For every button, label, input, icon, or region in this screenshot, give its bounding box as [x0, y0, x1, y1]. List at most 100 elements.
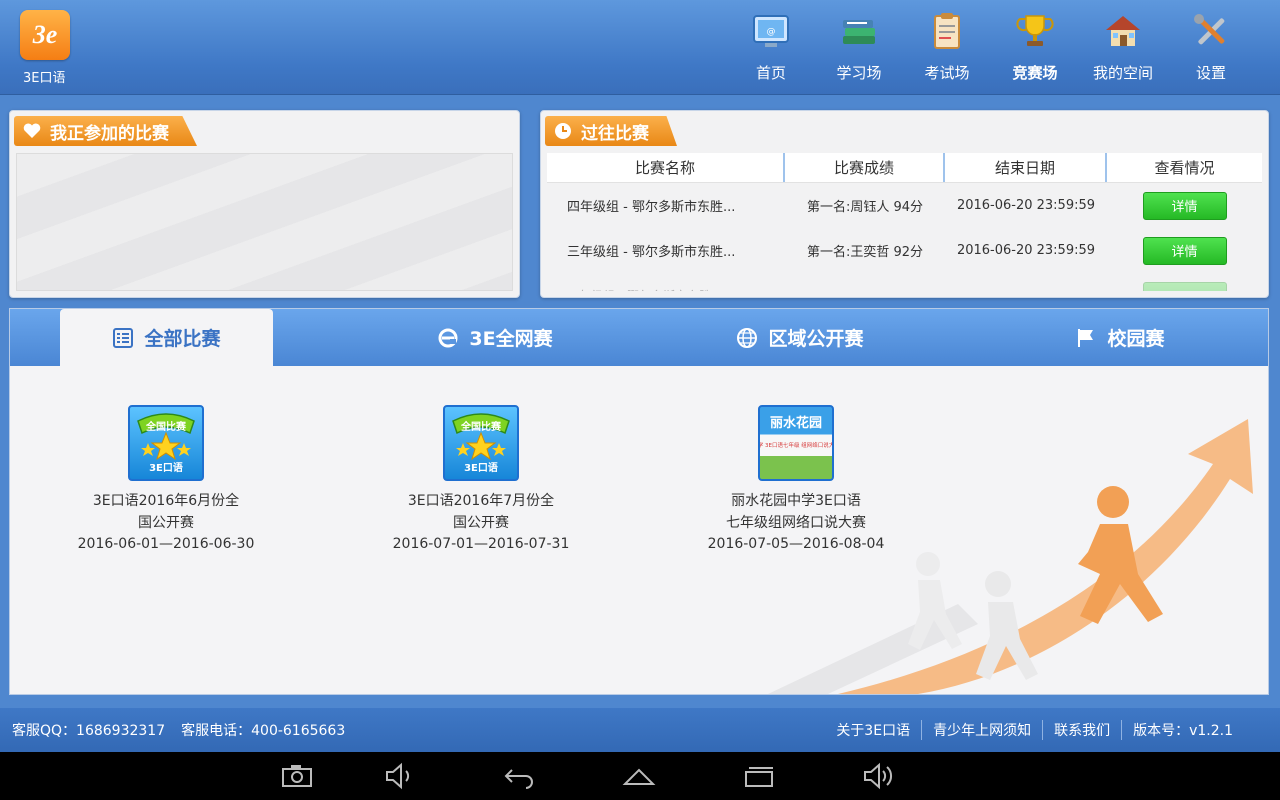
about-link[interactable]: 关于3E口语 [825, 720, 921, 740]
nav-label: 竞赛场 [1012, 64, 1058, 82]
tab-3e-network[interactable]: 3E全网赛 [380, 309, 610, 366]
tab-label: 区域公开赛 [768, 328, 864, 350]
competition-title-line1: 丽水花园中学3E口语 [731, 493, 861, 509]
clipboard-icon [934, 13, 960, 49]
heart-icon [23, 123, 41, 138]
main-nav: @ 首页 学习场 考试场 竞赛场 我的空间 设置 [727, 0, 1255, 95]
col-header-view: 查看情况 [1154, 159, 1215, 177]
competition-title-line2: 七年级组网络口说大赛 [726, 514, 866, 531]
nav-label: 设置 [1195, 64, 1226, 82]
tab-label: 校园赛 [1107, 328, 1165, 350]
table-row: 四年级组 - 鄂尔多斯市东胜... 第一名:周钰人 94分 2016-06-20… [547, 183, 1262, 228]
system-nav-bar [0, 752, 1280, 800]
competition-card[interactable]: 丽水花园 中学 3E口语七年级 组网络口说大赛 丽水花园中学3E口语 七年级组网… [686, 405, 906, 556]
monitor-icon: @ [753, 15, 789, 47]
details-button[interactable]: 详情 [1142, 191, 1227, 220]
clock-icon [555, 123, 571, 139]
competition-dates: 2016-06-01—2016-06-30 [77, 536, 255, 552]
col-header-name: 比赛名称 [547, 153, 785, 182]
joined-panel-header: 我正参加的比赛 [14, 116, 197, 146]
service-phone: 客服电话：400-6165663 [181, 723, 346, 739]
camera-icon[interactable] [280, 762, 314, 790]
end-date-cell: 2016-06-20 23:59:59 [956, 243, 1096, 258]
competition-tabs: 全部比赛 3E全网赛 区域公开赛 校园赛 [10, 309, 1268, 366]
trophy-icon [1016, 15, 1054, 46]
ie-icon [438, 328, 458, 347]
competition-title-line1: 3E口语2016年7月份全 [407, 493, 555, 509]
globe-icon [737, 327, 758, 348]
volume-down-icon[interactable] [383, 762, 417, 790]
nav-exam[interactable]: 考试场 [903, 0, 991, 95]
score-cell: 第一名:王奕哲 92分 [806, 245, 924, 260]
house-icon [1106, 16, 1140, 46]
joined-empty-area [16, 153, 513, 291]
competition-thumbnail[interactable]: 全国比赛 3E口语 [443, 405, 519, 481]
competition-thumbnail[interactable]: 全国比赛 3E口语 [128, 405, 204, 481]
back-icon[interactable] [502, 762, 536, 790]
contact-link[interactable]: 联系我们 [1042, 720, 1121, 740]
competition-title-line1: 3E口语2016年6月份全 [92, 493, 240, 509]
books-icon [843, 20, 875, 44]
competitions-panel: 全部比赛 3E全网赛 区域公开赛 校园赛 全国比赛 3E口语 3E口语2016年… [9, 308, 1269, 695]
app-name: 3E口语 [23, 71, 66, 86]
nav-home[interactable]: @ 首页 [727, 0, 815, 95]
table-row-partial: 三年级组 - 鄂尔多斯市东胜... [547, 273, 1262, 291]
table-row: 三年级组 - 鄂尔多斯市东胜... 第一名:王奕哲 92分 2016-06-20… [547, 228, 1262, 273]
joined-contests-panel: 我正参加的比赛 [9, 110, 520, 298]
star-badge-icon: 全国比赛 3E口语 [137, 413, 195, 474]
tab-label: 3E全网赛 [469, 328, 553, 350]
star-badge-icon: 全国比赛 3E口语 [452, 413, 510, 474]
competition-dates: 2016-07-01—2016-07-31 [392, 536, 570, 552]
nav-settings[interactable]: 设置 [1167, 0, 1255, 95]
service-qq: 客服QQ：1686932317 [12, 723, 166, 739]
tab-label: 全部比赛 [144, 328, 221, 350]
footer-bar: 客服QQ：1686932317 客服电话：400-6165663 关于3E口语 … [0, 708, 1280, 752]
tab-all[interactable]: 全部比赛 [60, 309, 273, 366]
competition-title-line2: 国公开赛 [138, 514, 194, 531]
past-table-body[interactable]: 四年级组 - 鄂尔多斯市东胜... 第一名:周钰人 94分 2016-06-20… [547, 183, 1262, 291]
nav-contest[interactable]: 竞赛场 [991, 0, 1079, 95]
svg-text:3E口语: 3E口语 [464, 461, 498, 474]
details-button[interactable]: 详情 [1142, 236, 1227, 265]
nav-label: 考试场 [924, 64, 970, 82]
nav-label: 首页 [755, 64, 786, 82]
svg-text:全国比赛: 全国比赛 [460, 420, 502, 433]
nav-study[interactable]: 学习场 [815, 0, 903, 95]
version-label: 版本号：v1.2.1 [1121, 720, 1244, 740]
svg-text:丽水花园: 丽水花园 [770, 415, 822, 431]
past-contests-panel: 过往比赛 比赛名称 比赛成绩 结束日期 查看情况 四年级组 - 鄂尔多斯市东胜.… [540, 110, 1269, 298]
top-bar: 3e 3E口语 @ 首页 学习场 考试场 竞赛场 我的空间 设置 [0, 0, 1280, 95]
tab-campus[interactable]: 校园赛 [1040, 309, 1200, 366]
app-logo[interactable]: 3e [20, 10, 70, 60]
svg-text:中学 3E口语七年级 组网络口说大赛: 中学 3E口语七年级 组网络口说大赛 [760, 441, 832, 449]
flag-icon [1078, 328, 1094, 347]
past-panel-title: 过往比赛 [581, 123, 649, 144]
past-table-header: 比赛名称 比赛成绩 结束日期 查看情况 [547, 153, 1262, 183]
tab-regional[interactable]: 区域公开赛 [700, 309, 900, 366]
home-icon[interactable] [622, 762, 656, 790]
nav-label: 我的空间 [1092, 64, 1153, 82]
nav-label: 学习场 [836, 64, 882, 82]
volume-up-icon[interactable] [861, 762, 895, 790]
contest-name-cell: 三年级组 - 鄂尔多斯市东胜... [567, 245, 736, 260]
svg-text:全国比赛: 全国比赛 [145, 420, 187, 433]
col-header-score: 比赛成绩 [785, 153, 945, 182]
competition-card[interactable]: 全国比赛 3E口语 3E口语2016年6月份全 国公开赛 2016-06-01—… [56, 405, 276, 556]
end-date-cell: 2016-06-20 23:59:59 [956, 198, 1096, 213]
col-header-end-date: 结束日期 [945, 153, 1107, 182]
competition-thumbnail[interactable]: 丽水花园 中学 3E口语七年级 组网络口说大赛 [758, 405, 834, 481]
details-button[interactable] [1142, 281, 1227, 291]
recent-apps-icon[interactable] [743, 762, 777, 790]
past-panel-header: 过往比赛 [545, 116, 677, 146]
competition-dates: 2016-07-05—2016-08-04 [707, 536, 885, 552]
nav-my-space[interactable]: 我的空间 [1079, 0, 1167, 95]
score-cell: 第一名:周钰人 94分 [806, 200, 924, 215]
youth-notice-link[interactable]: 青少年上网须知 [921, 720, 1042, 740]
joined-panel-title: 我正参加的比赛 [50, 123, 169, 144]
tools-icon [1194, 14, 1225, 45]
competition-card[interactable]: 全国比赛 3E口语 3E口语2016年7月份全 国公开赛 2016-07-01—… [371, 405, 591, 556]
school-banner-icon: 丽水花园 中学 3E口语七年级 组网络口说大赛 [760, 415, 832, 449]
list-icon [113, 327, 134, 348]
svg-text:3E口语: 3E口语 [149, 461, 183, 474]
svg-text:@: @ [767, 27, 776, 37]
